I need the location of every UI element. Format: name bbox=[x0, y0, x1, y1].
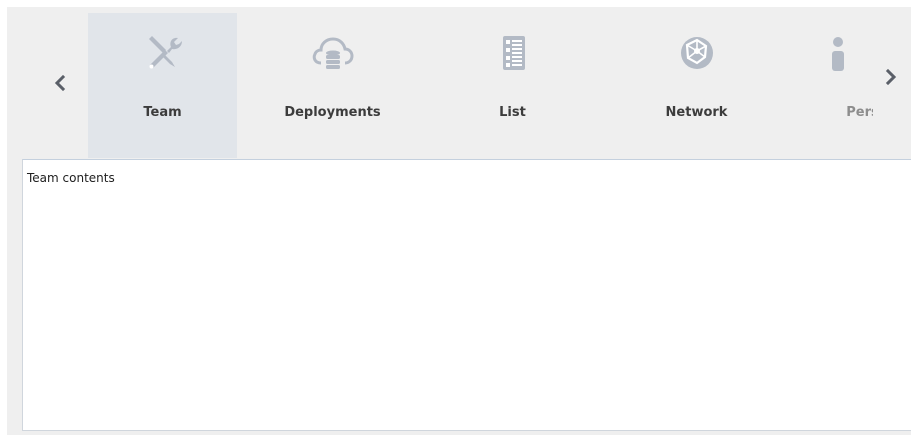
scroll-left-button[interactable] bbox=[40, 7, 80, 158]
tools-icon bbox=[141, 31, 185, 75]
tab-label: Deployments bbox=[284, 105, 381, 120]
globe-network-icon bbox=[675, 31, 719, 75]
tab-items: Team Deployments List Network Per bbox=[88, 13, 873, 158]
tab-label: Team bbox=[143, 105, 182, 120]
list-icon bbox=[491, 31, 535, 75]
tab-label: Pers bbox=[846, 105, 873, 120]
tab-team[interactable]: Team bbox=[88, 13, 237, 158]
content-text: Team contents bbox=[27, 171, 115, 185]
cloud-database-icon bbox=[311, 31, 355, 75]
tab-network[interactable]: Network bbox=[622, 13, 771, 158]
chevron-right-icon bbox=[885, 68, 897, 85]
tab-label: List bbox=[499, 105, 526, 120]
chevron-left-icon bbox=[54, 74, 66, 91]
scroll-right-button[interactable] bbox=[871, 7, 911, 152]
tab-content-panel: Team contents bbox=[22, 159, 911, 431]
tab-label: Network bbox=[665, 105, 728, 120]
tab-control: Team Deployments List Network Per Team c… bbox=[7, 7, 911, 435]
tab-strip: Team Deployments List Network Per bbox=[7, 7, 911, 158]
tab-list[interactable]: List bbox=[438, 13, 587, 158]
tab-personal[interactable]: Pers bbox=[776, 13, 873, 158]
tab-deployments[interactable]: Deployments bbox=[258, 13, 407, 158]
person-icon bbox=[816, 31, 860, 75]
